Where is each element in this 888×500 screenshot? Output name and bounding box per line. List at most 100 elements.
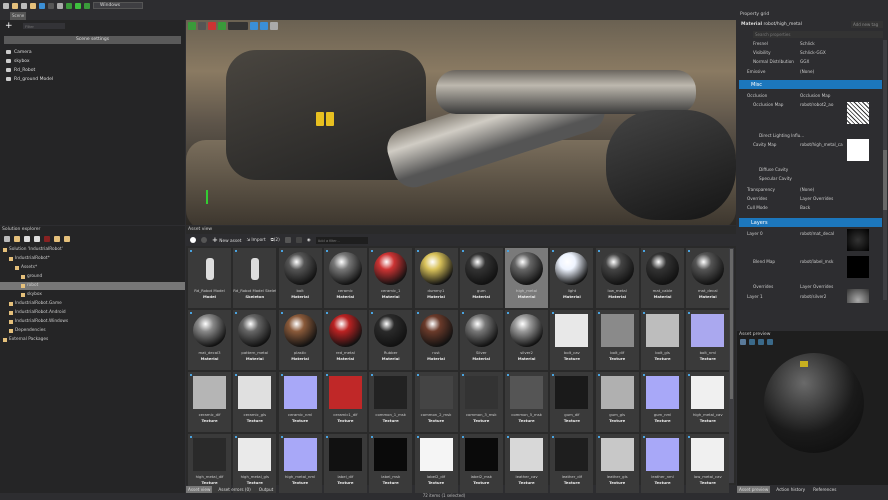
sphere-shape-icon[interactable] [740,339,746,345]
scale-gizmo-icon[interactable] [208,22,216,30]
world-space-icon[interactable] [250,22,258,30]
asset-tile[interactable]: plasticMaterial [279,310,322,370]
add-tag-input[interactable]: Add new tag [851,21,883,28]
tab-asset-errors[interactable]: Asset errors (0) [216,486,252,493]
asset-tile[interactable]: bolt_cavTexture [550,310,593,370]
asset-tile[interactable]: label_difTexture [324,434,367,494]
property-value[interactable]: Occlusion Map [800,93,830,98]
layers-section-header[interactable]: Layers [739,218,882,227]
asset-tile[interactable]: mat_decal3Material [188,310,231,370]
asset-tile[interactable]: label2_mskTexture [460,434,503,494]
layer0-thumbnail[interactable] [847,229,869,251]
asset-tile[interactable]: high_metal_nmlTexture [279,434,322,494]
asset-tile[interactable]: common_1_mskTexture [369,372,412,432]
asset-tile[interactable]: lightMaterial [550,248,593,308]
rename-icon[interactable] [34,236,40,242]
tree-item[interactable]: Assets* [0,264,185,272]
asset-tile[interactable]: leather_cavTexture [505,434,548,494]
tree-item[interactable]: ground [0,273,185,281]
entity-item[interactable]: Rd_Robot [6,66,181,74]
property-row[interactable]: OverridesLayer Overrides [737,195,884,203]
tab-asset-preview[interactable]: Asset preview [737,486,770,493]
collapse-icon[interactable] [4,236,10,242]
asset-tile[interactable]: leather_glsTexture [596,434,639,494]
asset-tile[interactable]: pattern_metalMaterial [233,310,276,370]
property-row[interactable]: Emissive(None) [737,68,884,76]
tree-item[interactable]: IndustrialRobot.Game [0,300,185,308]
property-value[interactable]: robot/high_metal_ca [800,142,843,147]
asset-tile[interactable]: mat_decalMaterial [686,248,729,308]
tree-item[interactable]: Solution 'IndustrialRobot' [0,246,185,254]
asset-tile[interactable]: Rd_Robot Model SkeletonSkeleton [233,248,276,308]
open-folder-icon[interactable] [64,236,70,242]
asset-tile[interactable]: boltMaterial [279,248,322,308]
asset-tile[interactable]: red_metalMaterial [324,310,367,370]
tree-item[interactable]: IndustrialRobot.Windows [0,318,185,326]
tree-item[interactable]: External Packages [0,336,185,344]
property-value[interactable]: (None) [800,187,814,192]
build-icon[interactable] [57,3,63,9]
property-row[interactable]: Specular Cavity [737,175,884,183]
tab-references[interactable]: References [811,486,838,493]
cavity-map-thumbnail[interactable] [847,139,869,161]
layer1-thumbnail[interactable] [847,289,869,303]
asset-tile[interactable]: gumMaterial [460,248,503,308]
tree-item[interactable]: IndustrialRobot.Android [0,309,185,317]
property-row[interactable]: Normal DistributionGGX [737,58,884,66]
asset-scrollbar[interactable] [729,248,734,483]
play-icon[interactable] [75,3,81,9]
asset-tile[interactable]: rustMaterial [415,310,458,370]
asset-tile[interactable]: high_metalMaterial [505,248,548,308]
asset-tile[interactable]: bolt_glsTexture [641,310,684,370]
property-value[interactable]: Schlick [800,41,815,46]
camera-settings-icon[interactable] [260,22,268,30]
property-value[interactable]: robot/mat_decal [800,231,834,236]
open-icon[interactable] [12,3,18,9]
property-row[interactable]: Cull ModeBack [737,204,884,212]
asset-tile[interactable]: ceramic1_difTexture [324,372,367,432]
asset-tile[interactable]: ceramic_1Material [369,248,412,308]
asset-tile[interactable]: common_3_mskTexture [460,372,503,432]
property-value[interactable]: Layer Overrides [800,284,833,289]
asset-tile[interactable]: gum_difTexture [550,372,593,432]
tree-item[interactable]: skybox [0,291,185,299]
asset-filter-input[interactable] [316,237,368,244]
entity-item[interactable]: Rd_ground Model [6,75,181,83]
property-row[interactable]: Diffuse Cavity [737,166,884,174]
cube-shape-icon[interactable] [749,339,755,345]
reload-icon[interactable] [66,3,72,9]
snap-icon[interactable] [218,22,226,30]
asset-tile[interactable]: ceramic_glsTexture [233,372,276,432]
asset-tile[interactable]: ceramicMaterial [324,248,367,308]
folder-icon[interactable] [30,3,36,9]
asset-tile[interactable]: mat_cableMaterial [641,248,684,308]
asset-tile[interactable]: leather_nmlTexture [641,434,684,494]
scene-viewport[interactable] [186,20,736,225]
eye-icon[interactable]: ◉ [307,238,311,243]
property-row[interactable]: Transparency(None) [737,186,884,194]
translate-gizmo-icon[interactable] [188,22,196,30]
tab-scene[interactable]: Scene [10,12,26,20]
tree-item[interactable]: Dependencies [0,327,185,335]
asset-tile[interactable]: SilverMaterial [460,310,503,370]
property-value[interactable]: Layer Overrides [800,196,833,201]
asset-tile[interactable]: low_metalMaterial [596,248,639,308]
debug-icon[interactable] [84,3,90,9]
cylinder-shape-icon[interactable] [758,339,764,345]
entity-item[interactable]: Camera [6,48,181,56]
property-scrollbar[interactable] [883,40,887,300]
scene-settings-button[interactable]: Scene settings [4,36,181,44]
back-icon[interactable] [190,237,196,243]
asset-tile[interactable]: gum_nmlTexture [641,372,684,432]
asset-tile[interactable]: high_metal_cavTexture [686,372,729,432]
redo-icon[interactable] [48,3,54,9]
import-button[interactable]: ⇲ Import [246,238,265,243]
asset-tile[interactable]: dummy1Material [415,248,458,308]
property-value[interactable]: robot/label_msk [800,259,833,264]
platform-select[interactable]: Windows [93,2,143,9]
asset-tile[interactable]: bolt_difTexture [596,310,639,370]
property-row[interactable]: FresnelSchlick [737,40,884,48]
rotate-gizmo-icon[interactable] [198,22,206,30]
asset-tile[interactable]: Rd_Robot ModelModel [188,248,231,308]
folder-icon[interactable] [14,236,20,242]
